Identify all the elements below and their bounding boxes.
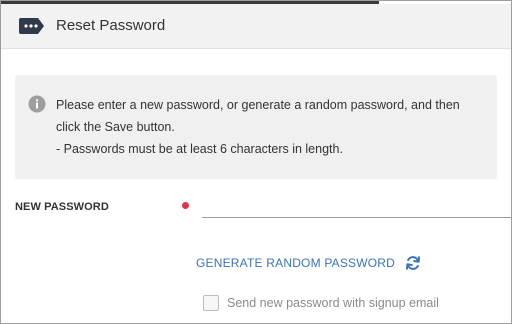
info-line-1: Please enter a new password, or generate… <box>56 98 460 112</box>
send-email-checkbox[interactable] <box>203 295 219 311</box>
new-password-input[interactable] <box>202 197 511 218</box>
info-line-2: click the Save button. <box>56 120 175 134</box>
info-line-3: - Passwords must be at least 6 character… <box>56 142 343 156</box>
dialog-title: Reset Password <box>56 17 166 34</box>
new-password-label: NEW PASSWORD <box>15 201 109 213</box>
info-text: Please enter a new password, or generate… <box>56 94 486 160</box>
info-box: Please enter a new password, or generate… <box>15 75 497 179</box>
send-email-label[interactable]: Send new password with signup email <box>227 296 439 310</box>
send-email-option: Send new password with signup email <box>203 295 439 311</box>
dialog-header: Reset Password <box>1 4 511 49</box>
dialog-frame: Reset Password Please enter a new passwo… <box>0 0 512 324</box>
required-indicator <box>182 202 189 209</box>
ellipsis-tag-icon <box>19 18 44 34</box>
generate-random-password-link[interactable]: GENERATE RANDOM PASSWORD <box>196 255 421 271</box>
generate-random-password-label: GENERATE RANDOM PASSWORD <box>196 256 396 270</box>
refresh-icon[interactable] <box>405 255 421 271</box>
info-icon <box>28 95 46 113</box>
